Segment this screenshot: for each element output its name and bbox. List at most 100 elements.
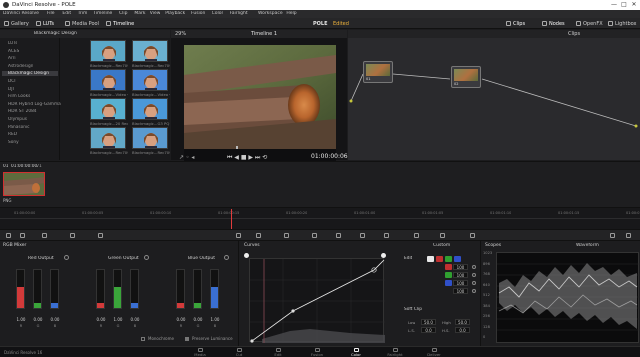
curve-channel-swatch[interactable] — [436, 256, 443, 262]
menu-item-playback[interactable]: Playback — [165, 11, 185, 16]
palette-tool-icon[interactable] — [20, 233, 25, 238]
timeline-name[interactable]: Timeline 1 — [251, 31, 277, 37]
menu-item-view[interactable]: View — [150, 11, 161, 16]
high-input[interactable]: 50.0 — [455, 319, 470, 325]
curve-graph[interactable] — [249, 258, 385, 343]
maximize-button[interactable]: □ — [620, 1, 628, 9]
mixer-value[interactable]: 1.00 — [208, 317, 222, 322]
page-tab-fairlight[interactable]: Fairlight — [375, 347, 415, 357]
lut-thumbnail[interactable] — [90, 69, 126, 91]
curves-mode-select[interactable]: Custom — [433, 243, 450, 248]
palette-tool-icon[interactable] — [470, 233, 475, 238]
palette-tool-icon[interactable] — [284, 233, 289, 238]
menu-item-davinci-resolve[interactable]: DaVinci Resolve — [3, 11, 39, 16]
lut-folder-item[interactable]: DJI — [8, 87, 14, 92]
openfx-button[interactable]: OpenFX — [576, 20, 603, 27]
palette-tool-icon[interactable] — [414, 233, 419, 238]
lut-folder-item[interactable]: ACES — [8, 49, 19, 54]
node-01[interactable]: 01 — [363, 61, 393, 83]
lut-folder-item[interactable]: Sony — [8, 140, 19, 145]
mixer-slider[interactable] — [193, 269, 202, 309]
mixer-slider[interactable] — [113, 269, 122, 309]
mixer-value[interactable]: 1.00 — [111, 317, 125, 322]
mixer-value[interactable]: 1.00 — [14, 317, 28, 322]
nodes-button[interactable]: Nodes — [542, 20, 565, 27]
viewer-zoom[interactable]: 29% — [175, 31, 186, 37]
mixer-value[interactable]: 0.00 — [191, 317, 205, 322]
lut-thumbnail[interactable] — [90, 98, 126, 120]
mixer-slider[interactable] — [16, 269, 25, 309]
page-tab-deliver[interactable]: Deliver — [414, 347, 454, 357]
menu-item-fairlight[interactable]: Fairlight — [230, 11, 248, 16]
mini-timeline[interactable]: 01:00:00:00 01:00:00:05 01:00:00:10 01:00:0… — [0, 207, 640, 230]
preserve-luminance-checkbox[interactable] — [185, 337, 189, 341]
mixer-value[interactable]: 0.00 — [174, 317, 188, 322]
reset-icon[interactable] — [64, 255, 69, 260]
lut-thumbnail[interactable] — [132, 98, 168, 120]
palette-tool-icon[interactable] — [626, 233, 631, 238]
reset-icon[interactable] — [144, 255, 149, 260]
lut-folder-item[interactable]: Film Looks — [8, 94, 30, 99]
scrub-handle[interactable] — [236, 146, 238, 149]
curve-channel-swatch[interactable] — [445, 272, 452, 278]
curve-edit-value[interactable]: 100 — [453, 288, 468, 294]
reset-icon[interactable] — [472, 273, 476, 277]
clips-button[interactable]: Clips — [506, 20, 525, 27]
viewer-tools-icon[interactable]: ↗ ◦ ◂ — [179, 154, 194, 161]
menu-item-help[interactable]: Help — [286, 11, 296, 16]
luts-button[interactable]: LUTs — [36, 20, 54, 27]
palette-tool-icon[interactable] — [256, 233, 261, 238]
menu-item-edit[interactable]: Edit — [62, 11, 71, 16]
palette-tool-icon[interactable] — [312, 233, 317, 238]
mixer-value[interactable]: 0.00 — [48, 317, 62, 322]
mixer-value[interactable]: 0.00 — [31, 317, 45, 322]
playhead[interactable] — [231, 209, 232, 230]
lut-thumbnail[interactable] — [90, 127, 126, 149]
menu-item-clip[interactable]: Clip — [119, 11, 128, 16]
lut-folder-item[interactable]: HDR ST 2084 — [8, 109, 37, 114]
lut-thumbnail[interactable] — [132, 69, 168, 91]
curve-channel-swatch[interactable] — [445, 256, 452, 262]
menu-item-mark[interactable]: Mark — [134, 11, 145, 16]
mixer-slider[interactable] — [33, 269, 42, 309]
palette-tool-icon[interactable] — [70, 233, 75, 238]
lut-thumbnail[interactable] — [90, 40, 126, 62]
menu-item-color[interactable]: Color — [212, 11, 224, 16]
lut-folder-item[interactable]: Arri — [8, 56, 16, 61]
mixer-slider[interactable] — [210, 269, 219, 309]
palette-tool-icon[interactable] — [98, 233, 103, 238]
close-button[interactable]: ✕ — [630, 1, 638, 9]
lut-folder-item[interactable]: Panasonic — [8, 125, 30, 130]
palette-tool-icon[interactable] — [360, 233, 365, 238]
mixer-value[interactable]: 0.00 — [94, 317, 108, 322]
ls-input[interactable]: 0.0 — [421, 327, 436, 333]
page-tab-color[interactable]: Color — [336, 347, 376, 357]
palette-tool-icon[interactable] — [6, 233, 11, 238]
timeline-button[interactable]: Timeline — [106, 20, 134, 27]
palette-tool-icon[interactable] — [336, 233, 341, 238]
curve-channel-swatch[interactable] — [454, 256, 461, 262]
reset-icon[interactable] — [472, 289, 476, 293]
monochrome-checkbox[interactable] — [141, 337, 145, 341]
lut-folder-item[interactable]: LUTs — [8, 41, 17, 46]
page-tab-media[interactable]: Media — [180, 347, 220, 357]
menu-item-file[interactable]: File — [47, 11, 55, 16]
palette-tool-icon[interactable] — [236, 233, 241, 238]
lut-folder-item[interactable]: HDR Hybrid Log-Gamma — [8, 102, 61, 107]
menu-item-timeline[interactable]: Timeline — [93, 11, 112, 16]
menu-item-workspace[interactable]: Workspace — [258, 11, 283, 16]
lut-folder-item[interactable]: Astrodesign — [8, 64, 33, 69]
lut-folder-item[interactable]: RED — [8, 132, 17, 137]
palette-tool-icon[interactable] — [42, 233, 47, 238]
curve-edit-value[interactable]: 100 — [453, 272, 468, 278]
hs-input[interactable]: 0.0 — [455, 327, 470, 333]
node-02[interactable]: 02 — [451, 66, 481, 88]
clip-selector[interactable]: Clips — [568, 31, 580, 37]
media-pool-button[interactable]: Media Pool — [65, 20, 99, 27]
curve-edit-value[interactable]: 100 — [453, 280, 468, 286]
curve-channel-swatch[interactable] — [427, 256, 434, 262]
page-tab-fusion[interactable]: Fusion — [297, 347, 337, 357]
palette-tool-icon[interactable] — [384, 233, 389, 238]
mixer-slider[interactable] — [50, 269, 59, 309]
mixer-slider[interactable] — [130, 269, 139, 309]
